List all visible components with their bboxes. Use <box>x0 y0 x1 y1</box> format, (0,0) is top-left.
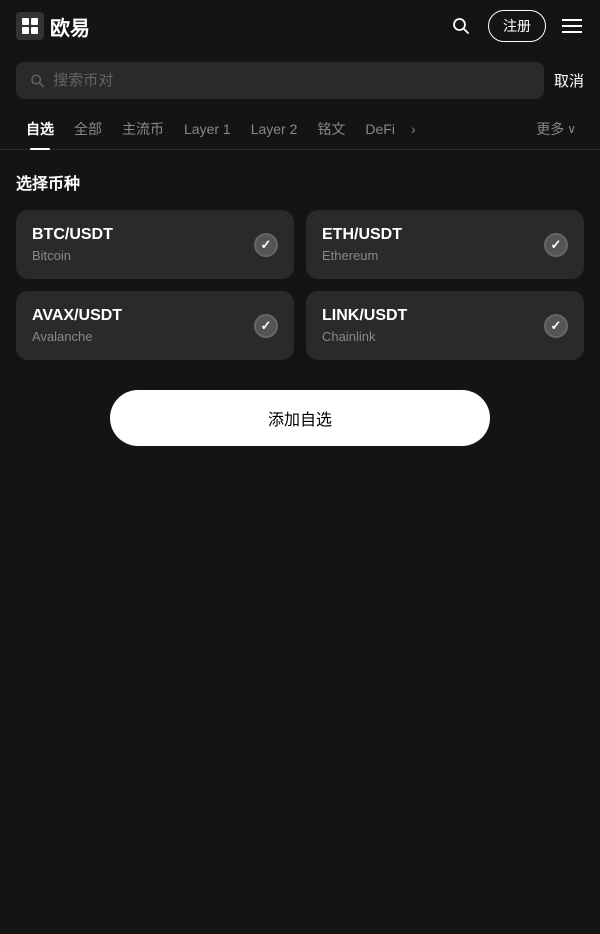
search-input-wrapper <box>16 62 544 99</box>
tab-favorites[interactable]: 自选 <box>16 109 64 149</box>
header-actions: 注册 <box>450 10 584 42</box>
register-button[interactable]: 注册 <box>488 10 546 42</box>
search-small-icon <box>30 73 45 89</box>
coin-card-avax[interactable]: AVAX/USDT Avalanche <box>16 291 294 360</box>
check-icon-btc <box>254 233 278 257</box>
menu-icon[interactable] <box>562 15 584 37</box>
coin-info-eth: ETH/USDT Ethereum <box>322 226 402 263</box>
tab-layer1[interactable]: Layer 1 <box>174 111 241 147</box>
tabs-bar: 自选 全部 主流币 Layer 1 Layer 2 铭文 DeFi › 更多 ∨ <box>0 109 600 150</box>
logo: 欧易 <box>16 12 90 41</box>
search-input[interactable] <box>53 72 530 89</box>
coin-name-avax: Avalanche <box>32 329 122 344</box>
main-content: 选择币种 BTC/USDT Bitcoin ETH/USDT Ethereum … <box>0 150 600 466</box>
tab-layer2[interactable]: Layer 2 <box>241 111 308 147</box>
header: 欧易 注册 <box>0 0 600 52</box>
coin-info-btc: BTC/USDT Bitcoin <box>32 226 113 263</box>
check-icon-link <box>544 314 568 338</box>
coin-name-btc: Bitcoin <box>32 248 113 263</box>
check-icon-avax <box>254 314 278 338</box>
tab-more[interactable]: 更多 ∨ <box>528 109 584 149</box>
logo-text: 欧易 <box>50 12 90 41</box>
cancel-button[interactable]: 取消 <box>554 70 584 91</box>
coins-grid: BTC/USDT Bitcoin ETH/USDT Ethereum AVAX/… <box>16 210 584 360</box>
search-icon[interactable] <box>450 15 472 37</box>
tab-defi[interactable]: DeFi <box>355 111 405 147</box>
check-icon-eth <box>544 233 568 257</box>
coin-pair-btc: BTC/USDT <box>32 226 113 244</box>
tab-inscription[interactable]: 铭文 <box>307 109 355 149</box>
coin-pair-eth: ETH/USDT <box>322 226 402 244</box>
coin-card-link[interactable]: LINK/USDT Chainlink <box>306 291 584 360</box>
coin-pair-link: LINK/USDT <box>322 307 407 325</box>
chevron-down-icon: ∨ <box>567 122 576 136</box>
add-btn-container: 添加自选 <box>16 390 584 446</box>
coin-name-link: Chainlink <box>322 329 407 344</box>
chevron-right-icon[interactable]: › <box>405 111 422 147</box>
tab-mainstream[interactable]: 主流币 <box>112 109 174 149</box>
coin-card-btc[interactable]: BTC/USDT Bitcoin <box>16 210 294 279</box>
coin-info-link: LINK/USDT Chainlink <box>322 307 407 344</box>
coin-name-eth: Ethereum <box>322 248 402 263</box>
more-label: 更多 <box>536 119 564 139</box>
tab-all[interactable]: 全部 <box>64 109 112 149</box>
coin-card-eth[interactable]: ETH/USDT Ethereum <box>306 210 584 279</box>
search-bar-area: 取消 <box>0 52 600 109</box>
coin-info-avax: AVAX/USDT Avalanche <box>32 307 122 344</box>
coin-pair-avax: AVAX/USDT <box>32 307 122 325</box>
section-title: 选择币种 <box>16 170 584 194</box>
logo-icon <box>16 12 44 40</box>
add-favorites-button[interactable]: 添加自选 <box>110 390 490 446</box>
